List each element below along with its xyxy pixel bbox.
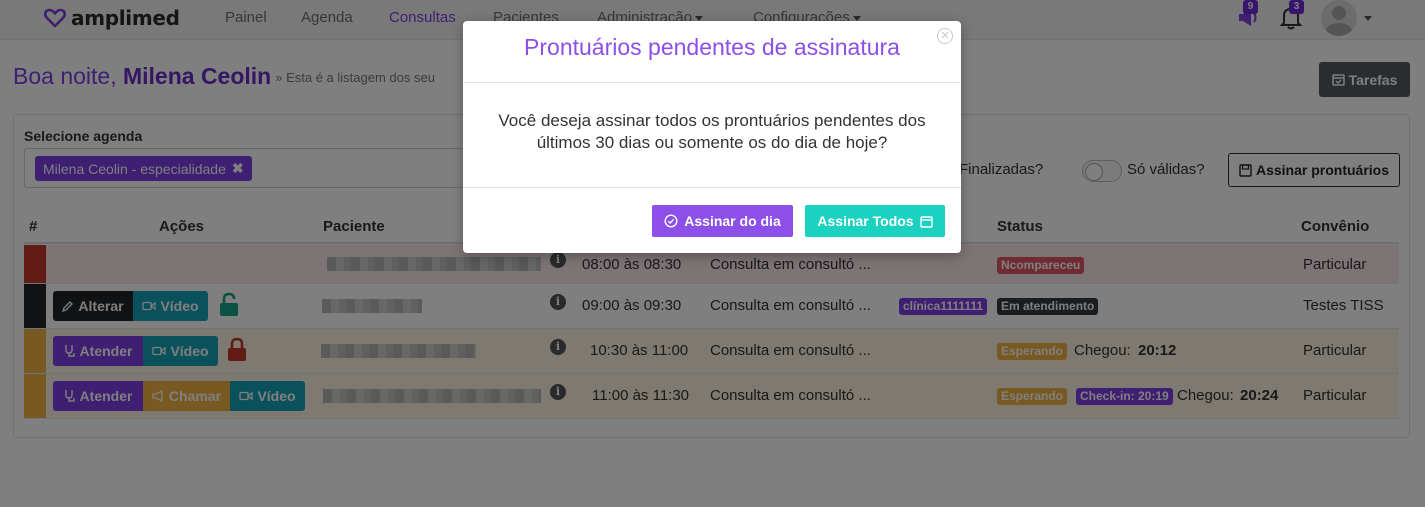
sign-day-label: Assinar do dia: [684, 213, 781, 229]
modal-divider: [463, 187, 961, 188]
modal-divider: [463, 82, 961, 83]
calendar-icon: [919, 215, 933, 228]
modal-message: Você deseja assinar todos os prontuários…: [498, 111, 926, 152]
sign-records-modal: Prontuários pendentes de assinatura ✕ Vo…: [463, 21, 961, 253]
close-icon[interactable]: ✕: [937, 28, 953, 44]
sign-day-button[interactable]: Assinar do dia: [652, 205, 793, 237]
sign-all-button[interactable]: Assinar Todos: [805, 205, 945, 237]
check-circle-icon: [664, 214, 678, 228]
modal-title: Prontuários pendentes de assinatura: [524, 34, 900, 60]
sign-all-label: Assinar Todos: [817, 213, 914, 229]
